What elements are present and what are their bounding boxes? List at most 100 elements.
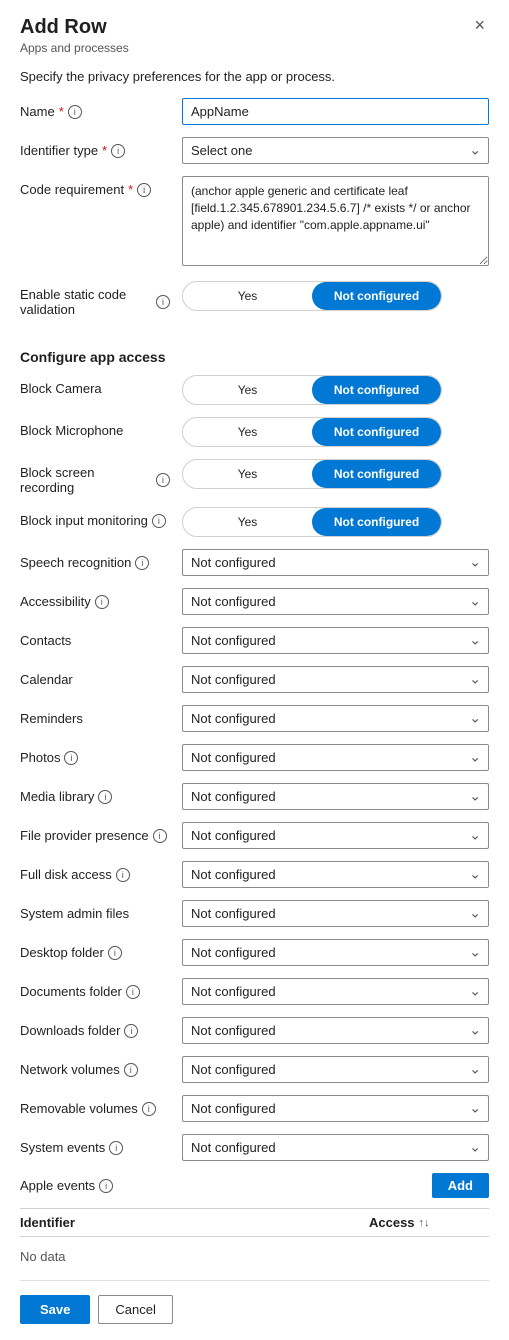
block-camera-yes[interactable]: Yes (183, 376, 312, 404)
block-microphone-row: Block Microphone Yes Not configured (20, 417, 489, 447)
full-disk-access-row: Full disk access i Not configured (20, 861, 489, 888)
identifier-type-row: Identifier type * i Select one Bundle ID… (20, 137, 489, 164)
code-requirement-label: Code requirement * i (20, 176, 170, 197)
desktop-folder-label: Desktop folder i (20, 939, 170, 960)
name-info-icon: i (68, 105, 82, 119)
block-input-monitoring-row: Block input monitoring i Yes Not configu… (20, 507, 489, 537)
contacts-row: Contacts Not configured (20, 627, 489, 654)
block-camera-not-configured[interactable]: Not configured (312, 376, 441, 404)
media-library-row: Media library i Not configured (20, 783, 489, 810)
file-provider-presence-select[interactable]: Not configured (182, 822, 489, 849)
static-code-validation-toggle-wrapper: Yes Not configured (182, 281, 489, 311)
name-input[interactable] (182, 98, 489, 125)
photos-info-icon: i (64, 751, 78, 765)
system-events-row: System events i Not configured (20, 1134, 489, 1161)
identifier-type-select[interactable]: Select one Bundle ID Path (182, 137, 489, 164)
identifier-type-field-wrapper: Select one Bundle ID Path (182, 137, 489, 164)
block-microphone-yes[interactable]: Yes (183, 418, 312, 446)
reminders-row: Reminders Not configured (20, 705, 489, 732)
calendar-select[interactable]: Not configured (182, 666, 489, 693)
downloads-folder-row: Downloads folder i Not configured (20, 1017, 489, 1044)
network-volumes-label: Network volumes i (20, 1056, 170, 1077)
block-microphone-label: Block Microphone (20, 417, 170, 438)
system-admin-files-row: System admin files Not configured (20, 900, 489, 927)
file-provider-presence-row: File provider presence i Not configured (20, 822, 489, 849)
system-events-info-icon: i (109, 1141, 123, 1155)
block-input-monitoring-toggle[interactable]: Yes Not configured (182, 507, 442, 537)
cancel-button[interactable]: Cancel (98, 1295, 172, 1324)
media-library-label: Media library i (20, 783, 170, 804)
block-screen-recording-yes[interactable]: Yes (183, 460, 312, 488)
identifier-type-label: Identifier type * i (20, 137, 170, 158)
full-disk-access-label: Full disk access i (20, 861, 170, 882)
photos-label: Photos i (20, 744, 170, 765)
apple-events-label: Apple events i (20, 1178, 170, 1193)
apple-events-row: Apple events i Add (20, 1173, 489, 1198)
documents-folder-select[interactable]: Not configured (182, 978, 489, 1005)
media-library-select[interactable]: Not configured (182, 783, 489, 810)
static-code-validation-row: Enable static code validation i Yes Not … (20, 281, 489, 317)
save-button[interactable]: Save (20, 1295, 90, 1324)
block-input-monitoring-not-configured[interactable]: Not configured (312, 508, 441, 536)
table-col-identifier: Identifier (20, 1215, 357, 1230)
downloads-folder-label: Downloads folder i (20, 1017, 170, 1038)
block-screen-recording-label: Block screen recording i (20, 459, 170, 495)
footer: Save Cancel (20, 1280, 489, 1340)
contacts-select[interactable]: Not configured (182, 627, 489, 654)
table-header: Identifier Access ↑↓ (20, 1208, 489, 1237)
block-input-monitoring-yes[interactable]: Yes (183, 508, 312, 536)
speech-recognition-info-icon: i (135, 556, 149, 570)
static-code-validation-toggle[interactable]: Yes Not configured (182, 281, 442, 311)
block-screen-recording-toggle[interactable]: Yes Not configured (182, 459, 442, 489)
apple-events-add-button[interactable]: Add (432, 1173, 489, 1198)
block-input-monitoring-label: Block input monitoring i (20, 507, 170, 528)
code-requirement-row: Code requirement * i (anchor apple gener… (20, 176, 489, 269)
system-admin-files-select[interactable]: Not configured (182, 900, 489, 927)
removable-volumes-row: Removable volumes i Not configured (20, 1095, 489, 1122)
removable-volumes-select[interactable]: Not configured (182, 1095, 489, 1122)
full-disk-access-select[interactable]: Not configured (182, 861, 489, 888)
system-events-label: System events i (20, 1134, 170, 1155)
sort-icon[interactable]: ↑↓ (419, 1217, 430, 1229)
code-requirement-input[interactable]: (anchor apple generic and certificate le… (182, 176, 489, 266)
photos-select[interactable]: Not configured (182, 744, 489, 771)
apple-events-info-icon: i (99, 1179, 113, 1193)
static-code-validation-label: Enable static code validation i (20, 281, 170, 317)
desktop-folder-row: Desktop folder i Not configured (20, 939, 489, 966)
documents-folder-info-icon: i (126, 985, 140, 999)
code-requirement-field-wrapper: (anchor apple generic and certificate le… (182, 176, 489, 269)
accessibility-info-icon: i (95, 595, 109, 609)
block-microphone-toggle[interactable]: Yes Not configured (182, 417, 442, 447)
calendar-label: Calendar (20, 666, 170, 687)
speech-recognition-label: Speech recognition i (20, 549, 170, 570)
block-camera-label: Block Camera (20, 375, 170, 396)
desktop-folder-select[interactable]: Not configured (182, 939, 489, 966)
speech-recognition-select[interactable]: Not configured (182, 549, 489, 576)
removable-volumes-label: Removable volumes i (20, 1095, 170, 1116)
toggle-not-configured[interactable]: Not configured (312, 282, 441, 310)
name-field-wrapper (182, 98, 489, 125)
panel-description: Specify the privacy preferences for the … (20, 69, 489, 84)
block-camera-row: Block Camera Yes Not configured (20, 375, 489, 405)
toggle-yes[interactable]: Yes (183, 282, 312, 310)
documents-folder-label: Documents folder i (20, 978, 170, 999)
photos-row: Photos i Not configured (20, 744, 489, 771)
identifier-type-info-icon: i (111, 144, 125, 158)
system-events-select[interactable]: Not configured (182, 1134, 489, 1161)
block-screen-recording-not-configured[interactable]: Not configured (312, 460, 441, 488)
panel-subtitle: Apps and processes (20, 41, 489, 55)
name-row: Name * i (20, 98, 489, 125)
reminders-label: Reminders (20, 705, 170, 726)
configure-app-access-heading: Configure app access (20, 349, 489, 365)
accessibility-select[interactable]: Not configured (182, 588, 489, 615)
block-input-monitoring-info-icon: i (152, 514, 166, 528)
network-volumes-select[interactable]: Not configured (182, 1056, 489, 1083)
close-button[interactable]: × (470, 16, 489, 34)
panel-header: Add Row × (20, 16, 489, 39)
downloads-folder-info-icon: i (124, 1024, 138, 1038)
downloads-folder-select[interactable]: Not configured (182, 1017, 489, 1044)
block-microphone-not-configured[interactable]: Not configured (312, 418, 441, 446)
reminders-select[interactable]: Not configured (182, 705, 489, 732)
name-label: Name * i (20, 98, 170, 119)
block-camera-toggle[interactable]: Yes Not configured (182, 375, 442, 405)
